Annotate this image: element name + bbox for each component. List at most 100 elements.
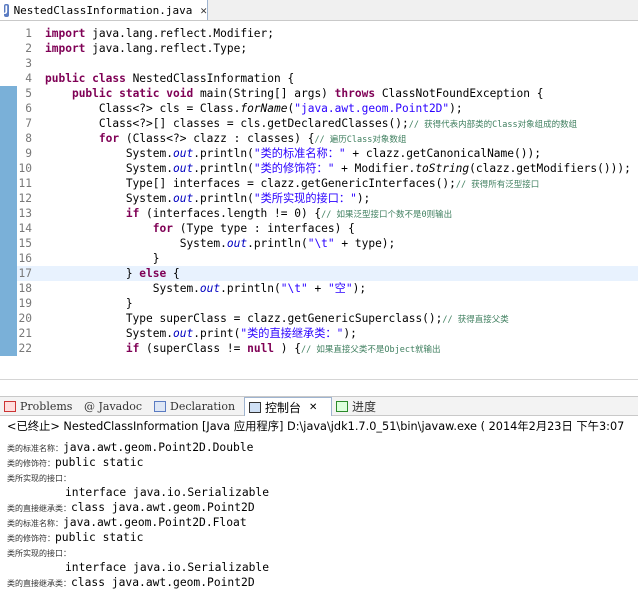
code-line[interactable]: 10 System.out.println("类的修饰符：" + Modifie… xyxy=(0,161,638,176)
tab-javadoc[interactable]: @ Javadoc xyxy=(84,397,142,416)
code-line[interactable]: 6 Class<?> cls = Class.forName("java.awt… xyxy=(0,101,638,116)
code-line[interactable]: 19 } xyxy=(0,296,638,311)
line-marker xyxy=(0,266,17,281)
code-text: if (superClass != null ) {// 如果直接父类不是Obj… xyxy=(125,342,441,355)
line-number: 15 xyxy=(18,237,32,250)
code-line[interactable]: 20 Type superClass = clazz.getGenericSup… xyxy=(0,311,638,326)
code-text: import java.lang.reflect.Type; xyxy=(45,42,248,55)
line-marker xyxy=(0,161,17,176)
line-number: 19 xyxy=(18,297,32,310)
line-number: 17 xyxy=(18,267,32,280)
line-marker xyxy=(0,221,17,236)
tab-console-label: 控制台 xyxy=(265,400,302,415)
code-line[interactable]: 21 System.out.print("类的直接继承类："); xyxy=(0,326,638,341)
code-line[interactable]: 13 if (interfaces.length != 0) {// 如果泛型接… xyxy=(0,206,638,221)
code-text: } xyxy=(45,297,133,310)
line-number: 10 xyxy=(18,162,32,175)
line-number: 4 xyxy=(25,72,32,85)
code-text: System.out.print("类的直接继承类："); xyxy=(45,327,357,340)
tab-progress-label: 进度 xyxy=(352,400,377,414)
code-line[interactable]: 1 import java.lang.reflect.Modifier; xyxy=(0,26,638,41)
line-number: 22 xyxy=(18,342,32,355)
views-tab-bar: Problems @ Javadoc Declaration 控制台 ✕ 进度 xyxy=(0,396,638,416)
line-number: 11 xyxy=(18,177,32,190)
line-number: 21 xyxy=(18,327,32,340)
line-marker xyxy=(0,56,17,71)
close-icon[interactable]: ✕ xyxy=(309,402,317,413)
console-line: 类所实现的接口： xyxy=(7,549,71,558)
line-marker xyxy=(0,281,17,296)
console-icon xyxy=(249,401,261,413)
code-line[interactable]: 22 if (superClass != null ) {// 如果直接父类不是… xyxy=(0,341,638,356)
console-line: 类的直接继承类：class java.awt.geom.Point2D xyxy=(7,501,255,514)
console-line: 类的标准名称：java.awt.geom.Point2D.Float xyxy=(7,516,247,529)
code-line[interactable]: 14 for (Type type : interfaces) { xyxy=(0,221,638,236)
code-line[interactable]: 18 System.out.println("\t" + "空"); xyxy=(0,281,638,296)
line-marker xyxy=(0,116,17,131)
line-marker xyxy=(0,296,17,311)
editor-tab-nestedclassinformation[interactable]: J NestedClassInformation.java ✕ xyxy=(0,0,208,20)
close-icon[interactable]: ✕ xyxy=(200,4,207,17)
tab-javadoc-label: @ Javadoc xyxy=(84,400,143,413)
console-line: 类的直接继承类：class java.awt.geom.Point2D xyxy=(7,576,255,589)
tab-console[interactable]: 控制台 ✕ xyxy=(244,397,332,416)
line-marker xyxy=(0,326,17,341)
line-number: 20 xyxy=(18,312,32,325)
line-number: 7 xyxy=(25,117,32,130)
editor-horizontal-scrollbar[interactable] xyxy=(0,358,638,380)
code-line[interactable]: 2 import java.lang.reflect.Type; xyxy=(0,41,638,56)
line-number: 14 xyxy=(18,222,32,235)
tab-problems[interactable]: Problems xyxy=(4,397,72,416)
line-marker xyxy=(0,236,17,251)
line-marker xyxy=(0,311,17,326)
console-output[interactable]: 类的标准名称：java.awt.geom.Point2D.Double 类的修饰符… xyxy=(0,436,638,592)
editor-tab-label: NestedClassInformation.java xyxy=(13,3,193,17)
tab-declaration[interactable]: Declaration xyxy=(154,397,235,416)
line-number: 6 xyxy=(25,102,32,115)
line-number: 13 xyxy=(18,207,32,220)
line-marker xyxy=(0,71,17,86)
code-line[interactable]: 16 } xyxy=(0,251,638,266)
code-text: public class NestedClassInformation { xyxy=(45,72,295,85)
code-line[interactable]: 11 Type[] interfaces = clazz.getGenericI… xyxy=(0,176,638,191)
code-line[interactable]: 17 } else { xyxy=(0,266,638,281)
line-marker xyxy=(0,191,17,206)
problems-icon xyxy=(4,401,16,412)
editor-tab-bar: J NestedClassInformation.java ✕ xyxy=(0,0,638,21)
code-text: System.out.println("\t" + "空"); xyxy=(45,282,367,295)
code-line[interactable]: 9 System.out.println("类的标准名称：" + clazz.g… xyxy=(0,146,638,161)
line-number: 18 xyxy=(18,282,32,295)
line-number: 1 xyxy=(25,27,32,40)
line-marker xyxy=(0,86,17,101)
line-number: 8 xyxy=(25,132,32,145)
code-line[interactable]: 8 for (Class<?> clazz : classes) {// 遍历C… xyxy=(0,131,638,146)
line-marker xyxy=(0,26,17,41)
line-number: 12 xyxy=(18,192,32,205)
console-line: interface java.io.Serializable xyxy=(65,486,270,499)
code-line[interactable]: 3 xyxy=(0,56,638,71)
code-text: } else { xyxy=(45,267,180,280)
code-line[interactable]: 15 System.out.println("\t" + type); xyxy=(0,236,638,251)
tab-declaration-label: Declaration xyxy=(170,400,236,413)
console-line: 类的标准名称：java.awt.geom.Point2D.Double xyxy=(7,441,254,454)
line-number: 5 xyxy=(25,87,32,100)
code-line[interactable]: 5 public static void main(String[] args)… xyxy=(0,86,638,101)
line-marker xyxy=(0,341,17,356)
declaration-icon xyxy=(154,401,166,412)
line-number: 2 xyxy=(25,42,32,55)
line-number: 9 xyxy=(25,147,32,160)
code-editor[interactable]: 1 import java.lang.reflect.Modifier; 2 impo… xyxy=(0,21,638,358)
code-line[interactable]: 4 public class NestedClassInformation { xyxy=(0,71,638,86)
tab-problems-label: Problems xyxy=(20,400,73,413)
code-line[interactable]: 7 Class<?>[] classes = cls.getDeclaredCl… xyxy=(0,116,638,131)
code-line[interactable]: 12 System.out.println("类所实现的接口："); xyxy=(0,191,638,206)
code-text: System.out.println("类所实现的接口："); xyxy=(45,192,371,205)
line-marker xyxy=(0,41,17,56)
line-marker xyxy=(0,146,17,161)
progress-icon xyxy=(336,401,348,412)
code-text: for (Type type : interfaces) { xyxy=(152,222,355,235)
java-file-icon: J xyxy=(4,3,9,17)
code-text: System.out.println("\t" + type); xyxy=(45,237,396,250)
console-line: interface java.io.Serializable xyxy=(65,561,270,574)
tab-progress[interactable]: 进度 xyxy=(336,397,376,416)
